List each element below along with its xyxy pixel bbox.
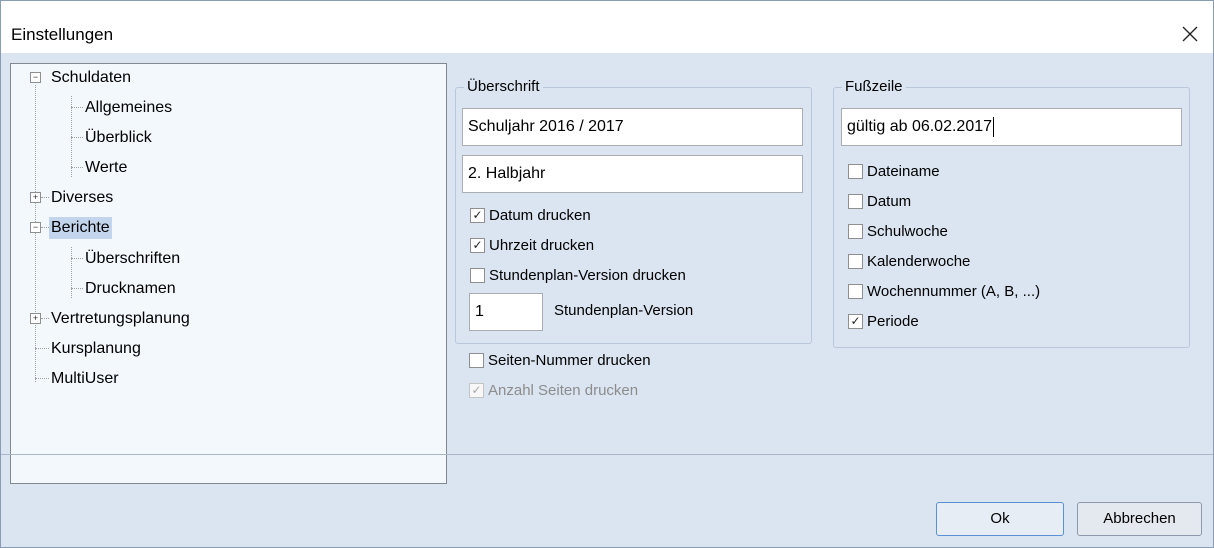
checkbox-box[interactable]: ✓ <box>470 208 485 223</box>
tree-item-drucknamen[interactable]: Drucknamen <box>83 278 178 300</box>
text-cursor <box>993 116 995 137</box>
ueberschrift-group-label: Überschrift <box>464 78 543 96</box>
fusszeile-group: Fußzeile gültig ab 06.02.2017 Dateiname … <box>833 78 1190 348</box>
checkbox-box[interactable]: ✓ <box>470 238 485 253</box>
dialog-title: Einstellungen <box>11 25 114 44</box>
cancel-button[interactable]: Abbrechen <box>1077 502 1202 536</box>
stundenplan-version-input[interactable]: 1 <box>469 293 543 331</box>
checkbox-box[interactable] <box>848 224 863 239</box>
checkbox-label: Wochennummer (A, B, ...) <box>867 283 1041 300</box>
ueberschrift-line1-input[interactable]: Schuljahr 2016 / 2017 <box>462 108 803 146</box>
fusszeile-group-label: Fußzeile <box>842 78 906 96</box>
collapse-icon[interactable]: − <box>30 72 41 83</box>
checkbox-label: Seiten-Nummer drucken <box>488 352 651 369</box>
tree-item-vertretungsplanung[interactable]: Vertretungsplanung <box>49 308 192 330</box>
title-bar: Einstellungen <box>1 1 1213 53</box>
checkbox-label: Stundenplan-Version drucken <box>489 267 686 284</box>
tree-item-schuldaten[interactable]: Schuldaten <box>49 67 133 89</box>
tree-item-kursplanung[interactable]: Kursplanung <box>49 338 143 360</box>
checkbox-label: Schulwoche <box>867 223 948 240</box>
checkbox-box[interactable] <box>848 254 863 269</box>
ok-button[interactable]: Ok <box>936 502 1064 536</box>
checkbox-box[interactable] <box>470 268 485 283</box>
settings-dialog: Einstellungen − + − + Schuldaten Allgeme… <box>0 0 1214 548</box>
tree-item-diverses[interactable]: Diverses <box>49 187 115 209</box>
ueberschrift-group: Überschrift Schuljahr 2016 / 2017 2. Hal… <box>455 78 812 344</box>
close-icon[interactable] <box>1171 15 1209 53</box>
checkbox-label: Anzahl Seiten drucken <box>488 382 639 399</box>
stundenplan-version-label: Stundenplan-Version <box>554 302 694 319</box>
ueberschrift-line2-input[interactable]: 2. Halbjahr <box>462 155 803 193</box>
expand-icon[interactable]: + <box>30 313 41 324</box>
tree-item-ueberblick[interactable]: Überblick <box>83 127 154 149</box>
tree-item-allgemeines[interactable]: Allgemeines <box>83 97 174 119</box>
tree-item-ueberschriften[interactable]: Überschriften <box>83 248 182 270</box>
fusszeile-input-text: gültig ab 06.02.2017 <box>847 118 993 135</box>
checkbox-label: Datum drucken <box>489 207 591 224</box>
checkbox-box: ✓ <box>469 383 484 398</box>
checkbox-label: Uhrzeit drucken <box>489 237 595 254</box>
tree-item-multiuser[interactable]: MultiUser <box>49 368 121 390</box>
checkbox-label: Dateiname <box>867 163 940 180</box>
tree-item-werte[interactable]: Werte <box>83 157 129 179</box>
collapse-icon[interactable]: − <box>30 222 41 233</box>
expand-icon[interactable]: + <box>30 192 41 203</box>
checkbox-box[interactable] <box>848 284 863 299</box>
checkbox-box[interactable] <box>848 164 863 179</box>
settings-tree[interactable]: − + − + Schuldaten Allgemeines Überblick… <box>10 63 447 484</box>
checkbox-box[interactable] <box>848 194 863 209</box>
fusszeile-input[interactable]: gültig ab 06.02.2017 <box>841 108 1182 146</box>
tree-item-berichte[interactable]: Berichte <box>49 217 112 239</box>
checkbox-box[interactable] <box>469 353 484 368</box>
checkbox-label: Kalenderwoche <box>867 253 971 270</box>
checkbox-box[interactable]: ✓ <box>848 314 863 329</box>
checkbox-label: Datum <box>867 193 912 210</box>
dialog-body: − + − + Schuldaten Allgemeines Überblick… <box>1 53 1213 547</box>
checkbox-label: Periode <box>867 313 919 330</box>
footer-divider <box>1 454 1213 455</box>
